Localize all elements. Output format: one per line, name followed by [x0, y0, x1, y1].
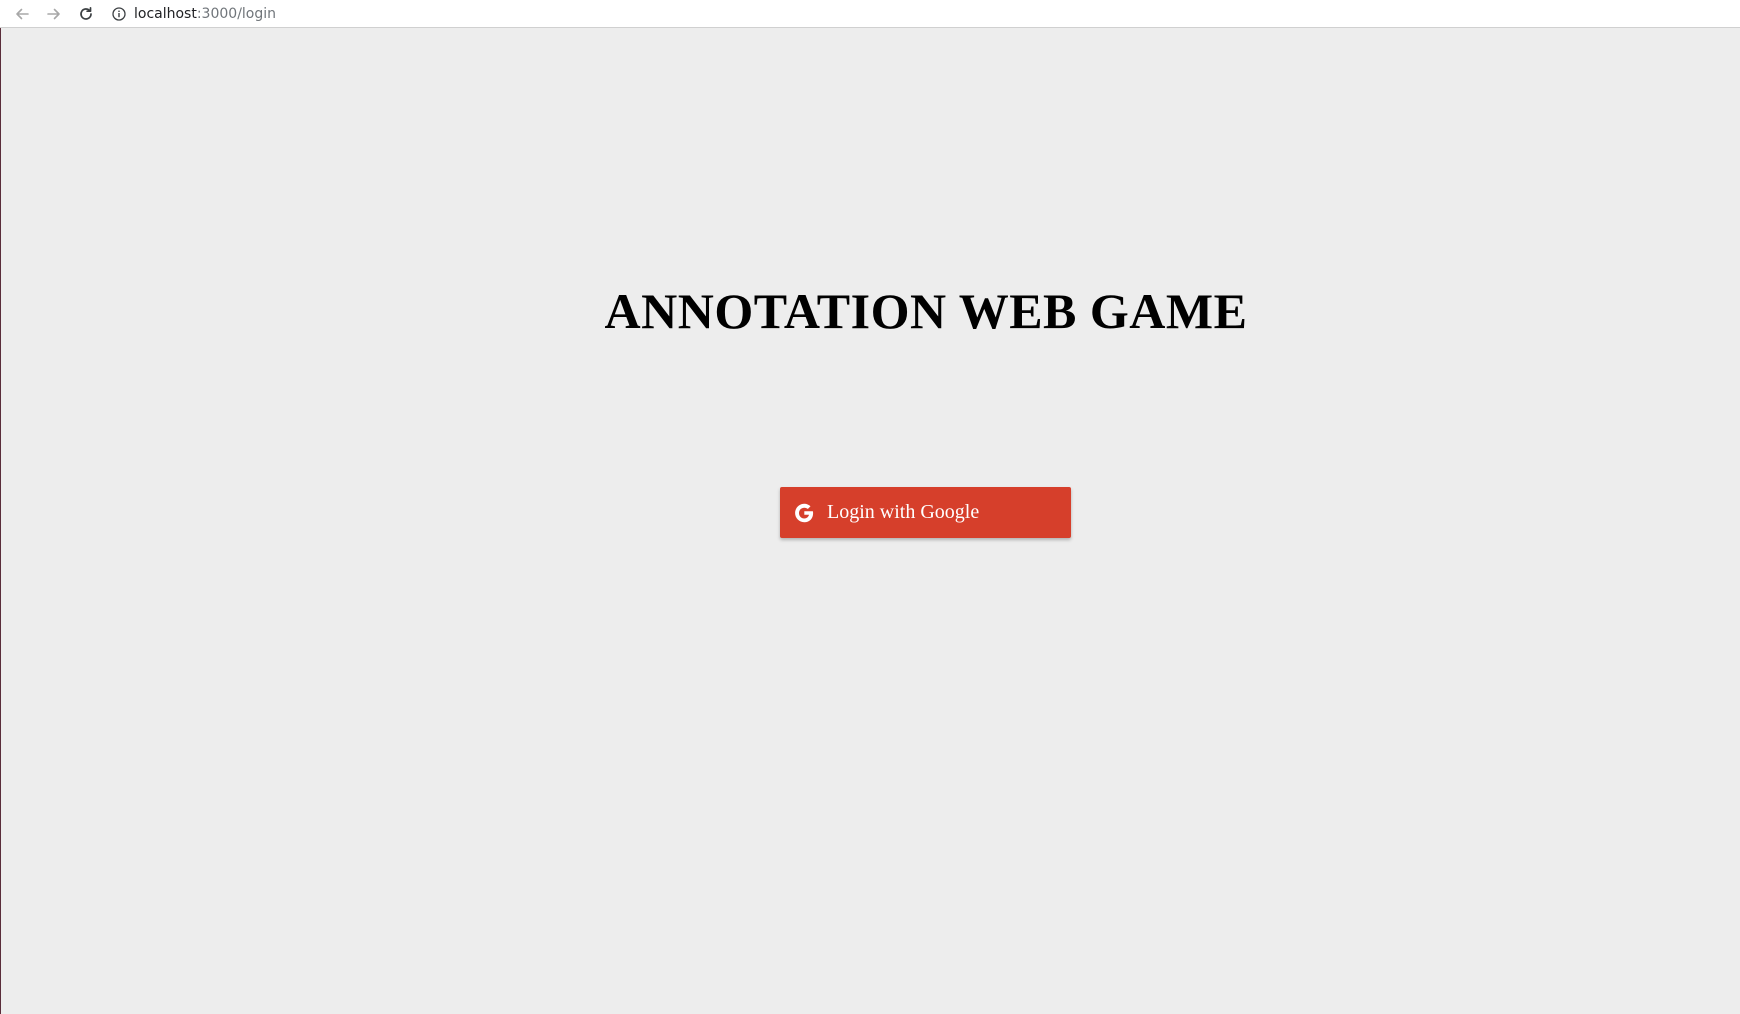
login-button-label: Login with Google — [827, 501, 980, 523]
info-icon[interactable] — [112, 7, 126, 21]
arrow-right-icon — [47, 8, 60, 20]
forward-button[interactable] — [43, 3, 65, 25]
login-with-google-button[interactable]: Login with Google — [780, 487, 1071, 538]
back-button[interactable] — [11, 3, 33, 25]
browser-toolbar: localhost:3000/login — [0, 0, 1740, 28]
arrow-left-icon — [16, 8, 29, 20]
reload-button[interactable] — [75, 3, 97, 25]
login-page: ANNOTATION WEB GAME Login with Google — [1, 29, 1740, 1014]
google-icon — [791, 500, 817, 526]
url-host: localhost — [134, 6, 197, 22]
url-path: :3000/login — [196, 6, 277, 22]
reload-icon — [80, 6, 92, 20]
page-title: ANNOTATION WEB GAME — [604, 283, 1248, 339]
address-bar[interactable]: localhost:3000/login — [112, 2, 1512, 26]
